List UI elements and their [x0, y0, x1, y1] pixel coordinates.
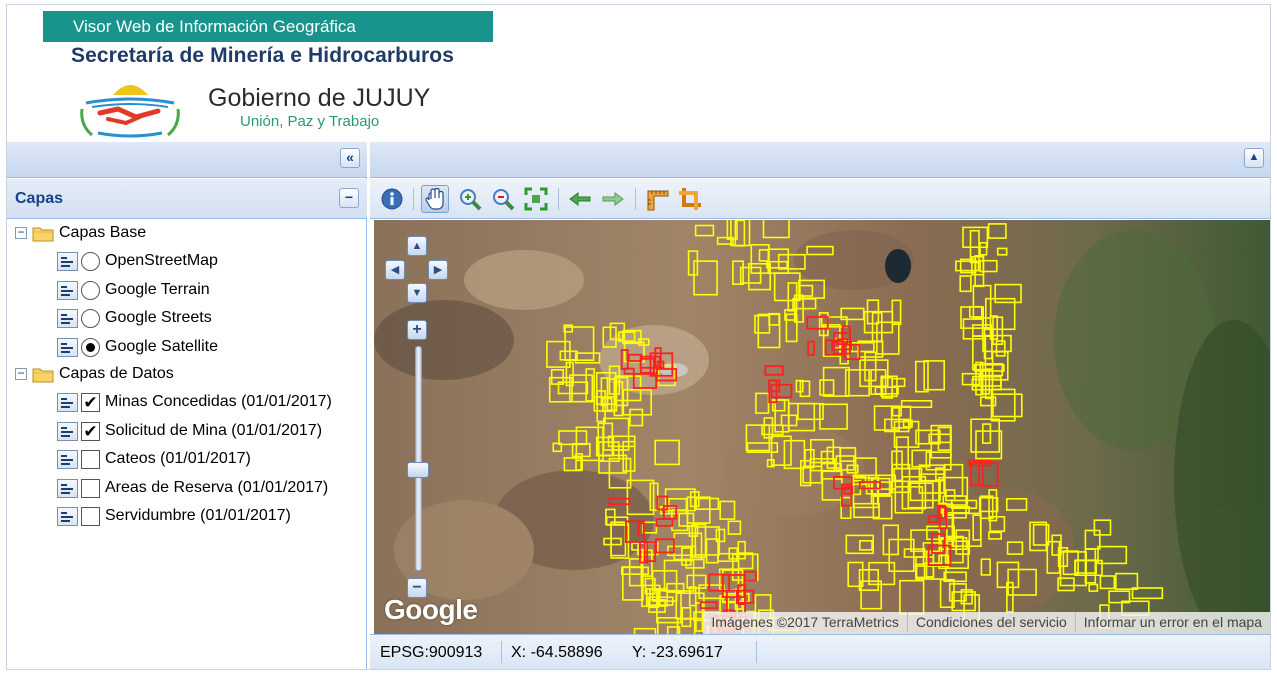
zoom-slider-thumb[interactable] — [407, 462, 429, 478]
layer-label: Google Satellite — [105, 338, 218, 355]
legend-icon[interactable] — [57, 309, 78, 328]
coord-y: Y: -23.69617 — [632, 644, 723, 661]
toolbar-separator — [635, 188, 636, 210]
pan-right-button[interactable]: ▶ — [428, 260, 448, 280]
visor-title-banner: Visor Web de Información Geográfica — [43, 11, 493, 42]
layer-item-google-streets[interactable]: Google Streets — [57, 305, 357, 333]
coord-x: X: -64.58896 — [511, 644, 603, 661]
google-logo: Google — [384, 594, 478, 625]
north-collapse-bar: ▲ — [370, 142, 1270, 178]
zoom-in-button[interactable]: + — [407, 320, 427, 340]
checkbox-solicitud-de-mina[interactable]: ✔ — [81, 422, 100, 441]
layer-label: Google Streets — [105, 309, 212, 326]
collapse-up-icon[interactable]: ▲ — [1244, 148, 1264, 168]
status-separator — [501, 641, 502, 663]
tree-group-capas-base[interactable]: − Capas Base — [13, 220, 353, 248]
status-separator — [756, 641, 757, 663]
measure-area-icon[interactable] — [676, 185, 704, 213]
layer-item-areas-de-reserva[interactable]: Areas de Reserva (01/01/2017) — [57, 475, 362, 503]
map-canvas[interactable]: ▲ ◀ ▶ ▼ + − Google Imágenes ©2017 TerraM… — [374, 220, 1270, 634]
map-attribution: Imágenes ©2017 TerraMetrics Condiciones d… — [703, 612, 1270, 634]
checkbox-cateos[interactable] — [81, 450, 100, 469]
toolbar-separator — [413, 188, 414, 210]
zoom-extent-icon[interactable] — [522, 185, 550, 213]
layer-item-cateos[interactable]: Cateos (01/01/2017) — [57, 446, 362, 474]
checkbox-servidumbre[interactable] — [81, 507, 100, 526]
epsg-label: EPSG:900913 — [380, 644, 483, 661]
app-window: Visor Web de Información Geográfica Secr… — [0, 0, 1277, 676]
radio-google-terrain[interactable] — [81, 281, 100, 300]
attribution-imagery: Imágenes ©2017 TerraMetrics — [711, 614, 899, 630]
measure-length-icon[interactable] — [643, 185, 671, 213]
checkbox-minas-concedidas[interactable]: ✔ — [81, 393, 100, 412]
legend-icon[interactable] — [57, 281, 78, 300]
layer-label: Cateos (01/01/2017) — [105, 450, 251, 467]
west-collapse-bar: « — [7, 142, 367, 178]
legend-icon[interactable] — [57, 338, 78, 357]
folder-icon — [32, 368, 54, 383]
back-arrow-icon[interactable] — [566, 185, 594, 213]
map-toolbar — [370, 179, 1270, 219]
checkbox-areas-de-reserva[interactable] — [81, 479, 100, 498]
layer-item-solicitud-de-mina[interactable]: ✔ Solicitud de Mina (01/01/2017) — [57, 418, 362, 446]
tree-group-label: Capas Base — [59, 224, 147, 241]
layer-item-openstreetmap[interactable]: OpenStreetMap — [57, 248, 357, 276]
collapse-toggle-icon[interactable]: − — [15, 226, 27, 239]
status-bar: EPSG:900913 X: -64.58896 Y: -23.69617 — [370, 634, 1270, 669]
radio-google-satellite[interactable] — [81, 338, 100, 357]
legend-icon[interactable] — [57, 393, 78, 412]
layer-item-google-satellite[interactable]: Google Satellite — [57, 334, 357, 362]
layer-label: Servidumbre (01/01/2017) — [105, 507, 291, 524]
forward-arrow-icon[interactable] — [599, 185, 627, 213]
satellite-map — [374, 220, 1270, 634]
map-panel: ▲ ▲ ◀ ▶ ▼ + − Google Imágenes ©2017 Terr… — [370, 142, 1270, 669]
zoom-in-icon[interactable] — [456, 185, 484, 213]
zoom-out-icon[interactable] — [489, 185, 517, 213]
layer-item-google-terrain[interactable]: Google Terrain — [57, 277, 357, 305]
collapse-panel-icon[interactable]: − — [339, 188, 359, 208]
tree-group-capas-de-datos[interactable]: − Capas de Datos — [13, 361, 353, 389]
info-icon[interactable] — [378, 185, 406, 213]
toolbar-separator — [558, 188, 559, 210]
layer-label: Areas de Reserva (01/01/2017) — [105, 479, 329, 496]
capas-title: Capas — [15, 190, 64, 207]
gobierno-logo — [80, 85, 180, 138]
layer-label: OpenStreetMap — [105, 252, 218, 269]
attribution-report-link[interactable]: Informar un error en el mapa — [1074, 612, 1270, 632]
legend-icon[interactable] — [57, 479, 78, 498]
collapse-left-icon[interactable]: « — [340, 148, 360, 168]
legend-icon[interactable] — [57, 422, 78, 441]
pan-hand-icon[interactable] — [421, 185, 449, 213]
tree-group-label: Capas de Datos — [59, 365, 174, 382]
capas-panel-header: Capas − — [7, 179, 367, 219]
legend-icon[interactable] — [57, 252, 78, 271]
layer-item-minas-concedidas[interactable]: ✔ Minas Concedidas (01/01/2017) — [57, 389, 362, 417]
layer-label: Solicitud de Mina (01/01/2017) — [105, 422, 323, 439]
lake-shape — [885, 249, 911, 283]
collapse-toggle-icon[interactable]: − — [15, 367, 27, 380]
attribution-terms-link[interactable]: Condiciones del servicio — [906, 612, 1075, 632]
radio-openstreetmap[interactable] — [81, 252, 100, 271]
radio-google-streets[interactable] — [81, 309, 100, 328]
secretaria-title: Secretaría de Minería e Hidrocarburos — [71, 44, 455, 67]
layer-label: Minas Concedidas (01/01/2017) — [105, 393, 332, 410]
legend-icon[interactable] — [57, 507, 78, 526]
layers-panel: « Capas − − Capas Base OpenStreetMap Goo… — [7, 142, 367, 669]
legend-icon[interactable] — [57, 450, 78, 469]
pan-up-button[interactable]: ▲ — [407, 236, 427, 256]
gobierno-title: Gobierno de JUJUY — [208, 84, 431, 112]
layer-label: Google Terrain — [105, 281, 210, 298]
pan-left-button[interactable]: ◀ — [385, 260, 405, 280]
folder-icon — [32, 227, 54, 242]
layer-item-servidumbre[interactable]: Servidumbre (01/01/2017) — [57, 503, 362, 531]
pan-down-button[interactable]: ▼ — [407, 283, 427, 303]
zoom-slider-track[interactable] — [415, 346, 422, 571]
gobierno-lema: Unión, Paz y Trabajo — [240, 113, 380, 130]
